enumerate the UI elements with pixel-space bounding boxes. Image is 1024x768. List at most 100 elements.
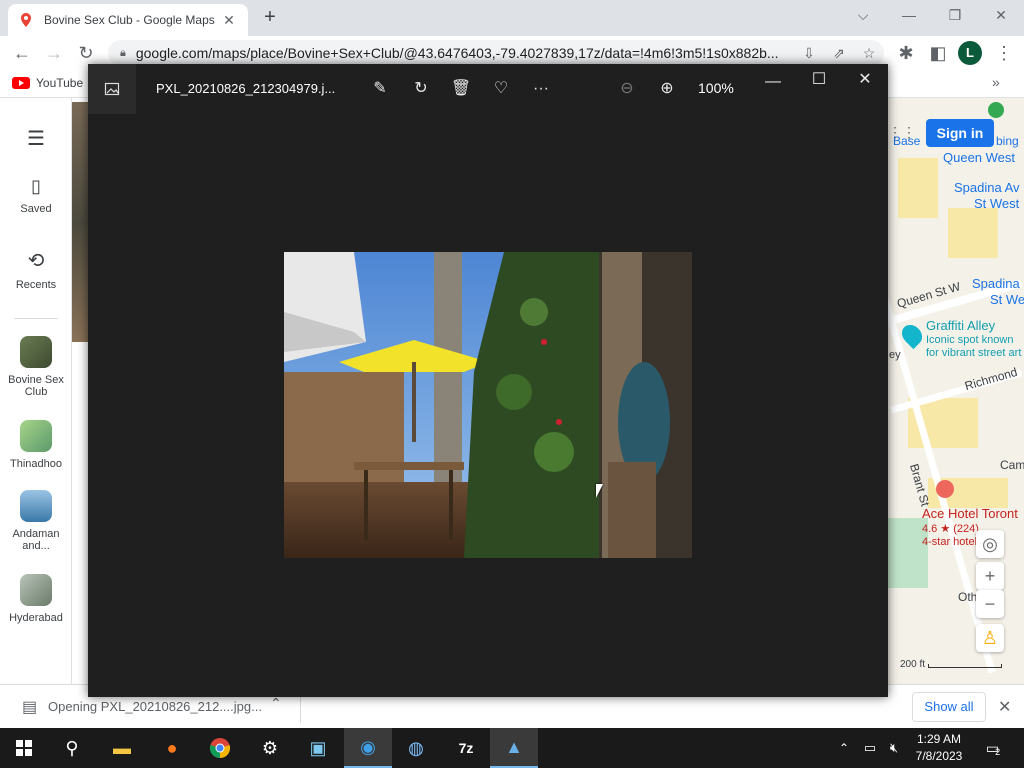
place-label: Bovine Sex Club xyxy=(8,374,64,398)
place-thumbnail xyxy=(20,574,52,606)
place-rating: 4.6 ★ (224) xyxy=(922,523,979,535)
install-icon[interactable]: ⇩ xyxy=(794,45,824,62)
tab-search-chevron-icon[interactable]: ⌵ xyxy=(840,0,886,30)
edit-image-icon[interactable]: ✎ xyxy=(367,77,393,101)
recents-label: Recents xyxy=(15,279,57,291)
place-thumbnail xyxy=(20,420,52,452)
photos-app-icon[interactable] xyxy=(88,64,136,114)
map-label-queen-west: Queen West xyxy=(943,150,1016,165)
hotel-pin-icon[interactable] xyxy=(936,480,954,498)
place-ace-hotel[interactable]: Ace Hotel Toront xyxy=(922,506,1018,521)
new-tab-button[interactable]: + xyxy=(258,6,282,30)
recent-place-andaman[interactable]: Andaman and... xyxy=(0,490,72,552)
saved-label: Saved xyxy=(20,203,52,215)
viewer-close-button[interactable]: ✕ xyxy=(852,68,878,92)
saved-button[interactable]: ▯ Saved xyxy=(0,176,72,215)
zoom-out-icon[interactable]: ⊖ xyxy=(614,77,640,101)
app-icon[interactable]: ◍ xyxy=(392,728,440,768)
edge-icon[interactable]: ◉ xyxy=(344,728,392,768)
chrome-logo xyxy=(209,738,231,759)
map-label: St West xyxy=(974,196,1020,211)
bookmark-youtube[interactable]: YouTube xyxy=(12,76,83,90)
restore-button[interactable]: ❐ xyxy=(932,0,978,30)
displayed-photo[interactable] xyxy=(284,252,692,558)
clock-time: 1:29 AM xyxy=(916,732,962,746)
photos-taskbar-icon[interactable]: ▲ xyxy=(490,728,538,768)
download-chevron-icon[interactable]: ⌃ xyxy=(270,695,282,712)
image-icon xyxy=(104,82,120,96)
more-bookmarks-icon[interactable]: » xyxy=(992,74,1000,90)
menu-dots-icon[interactable]: ⋮ xyxy=(992,41,1016,65)
tab-title: Bovine Sex Club - Google Maps xyxy=(44,13,215,27)
tab-google-maps[interactable]: Bovine Sex Club - Google Maps ✕ xyxy=(8,4,248,36)
recent-place-hyderabad[interactable]: Hyderabad xyxy=(0,574,72,624)
share-icon[interactable]: ⇗ xyxy=(824,45,854,62)
my-location-icon[interactable]: ◎ xyxy=(976,530,1004,558)
windows-logo xyxy=(16,740,32,756)
settings-gear-icon[interactable]: ⚙ xyxy=(246,728,294,768)
place-pin-icon xyxy=(988,102,1004,118)
taskbar: ⚲ ▬ ● ⚙ ▣ ◉ ◍ 7z ▲ ⌃ ▭ 🔇︎ 1:29 AM 7/8/20… xyxy=(0,728,1024,768)
tray-chevron-icon[interactable]: ⌃ xyxy=(832,728,856,768)
more-options-icon[interactable]: ··· xyxy=(528,77,554,101)
close-downloads-icon[interactable]: ✕ xyxy=(998,697,1011,717)
forward-arrow-icon[interactable]: → xyxy=(42,41,66,65)
recents-button[interactable]: ⟲ Recents xyxy=(0,248,72,291)
viewer-toolbar: PXL_20210826_212304979.j... ✎ ↻ 🗑︎ ♡ ···… xyxy=(88,64,888,114)
viewer-minimize-button[interactable]: — xyxy=(760,70,786,94)
map-label: bing xyxy=(996,134,1019,148)
rotate-icon[interactable]: ↻ xyxy=(408,77,434,101)
place-graffiti-alley[interactable]: Graffiti Alley xyxy=(926,318,995,333)
profile-avatar[interactable]: L xyxy=(958,41,982,65)
windows-start-icon[interactable] xyxy=(0,728,48,768)
zoom-in-button[interactable]: + xyxy=(976,562,1004,590)
recent-place-thinadhoo[interactable]: Thinadhoo xyxy=(0,420,72,470)
search-icon[interactable]: ⚲ xyxy=(48,728,96,768)
file-explorer-icon[interactable]: ▬ xyxy=(98,728,146,768)
place-type: 4-star hotel xyxy=(922,536,978,548)
youtube-icon xyxy=(12,77,30,89)
network-icon[interactable]: ▭ xyxy=(858,728,882,768)
close-window-button[interactable]: ✕ xyxy=(978,0,1024,30)
extensions-icon[interactable]: ✱ xyxy=(894,41,918,65)
map-label: Cam xyxy=(1000,458,1024,472)
hamburger-icon[interactable]: ☰ xyxy=(0,126,72,151)
reload-icon[interactable]: ↻ xyxy=(74,41,98,65)
zoom-level: 100% xyxy=(698,80,734,96)
zoom-out-button[interactable]: − xyxy=(976,590,1004,618)
control-panel-icon[interactable]: ▣ xyxy=(294,728,342,768)
zoom-in-icon[interactable]: ⊕ xyxy=(654,77,680,101)
system-clock[interactable]: 1:29 AM 7/8/2023 xyxy=(910,731,968,765)
tab-close-icon[interactable]: ✕ xyxy=(220,12,238,29)
place-label: Hyderabad xyxy=(9,612,63,624)
notification-center-icon[interactable]: ▭ 2 xyxy=(978,728,1008,768)
tab-strip: Bovine Sex Club - Google Maps ✕ + ⌵ — ❐ … xyxy=(0,0,1024,36)
volume-muted-icon[interactable]: 🔇︎ xyxy=(882,728,906,768)
viewer-maximize-button[interactable]: ☐ xyxy=(806,68,832,92)
7zip-icon[interactable]: 7z xyxy=(442,728,490,768)
download-file-text[interactable]: Opening PXL_20210826_212....jpg... xyxy=(48,699,262,714)
side-panel-icon[interactable]: ◧ xyxy=(926,41,950,65)
sign-in-button[interactable]: Sign in xyxy=(926,119,994,147)
place-thumbnail xyxy=(20,336,52,368)
back-arrow-icon[interactable]: ← xyxy=(10,41,34,65)
maps-sidebar: ☰ ▯ Saved ⟲ Recents Bovine Sex Club Thin… xyxy=(0,98,72,684)
map-label: Oth xyxy=(958,590,978,604)
bookmark-label: YouTube xyxy=(36,76,84,90)
favorite-heart-icon[interactable]: ♡ xyxy=(488,77,514,101)
apps-grid-icon[interactable]: ⋮⋮ xyxy=(888,124,916,141)
recent-place-bovine-sex-club[interactable]: Bovine Sex Club xyxy=(0,336,72,398)
show-all-button[interactable]: Show all xyxy=(912,692,986,722)
map-label-spadina: Spadina Av xyxy=(954,180,1020,195)
map-label: St We xyxy=(990,292,1024,307)
address-bar[interactable]: 🔒︎ google.com/maps/place/Bovine+Sex+Club… xyxy=(108,40,884,66)
bookmark-star-icon[interactable]: ☆ xyxy=(854,45,884,62)
pegman-icon[interactable]: ♙ xyxy=(976,624,1004,652)
firefox-icon[interactable]: ● xyxy=(148,728,196,768)
delete-icon[interactable]: 🗑︎ xyxy=(448,77,474,101)
minimize-button[interactable]: — xyxy=(886,0,932,30)
bookmark-icon: ▯ xyxy=(31,176,41,196)
maps-pin-icon xyxy=(21,13,31,27)
place-description: for vibrant street art xyxy=(926,347,1022,359)
chrome-icon[interactable] xyxy=(196,728,244,768)
